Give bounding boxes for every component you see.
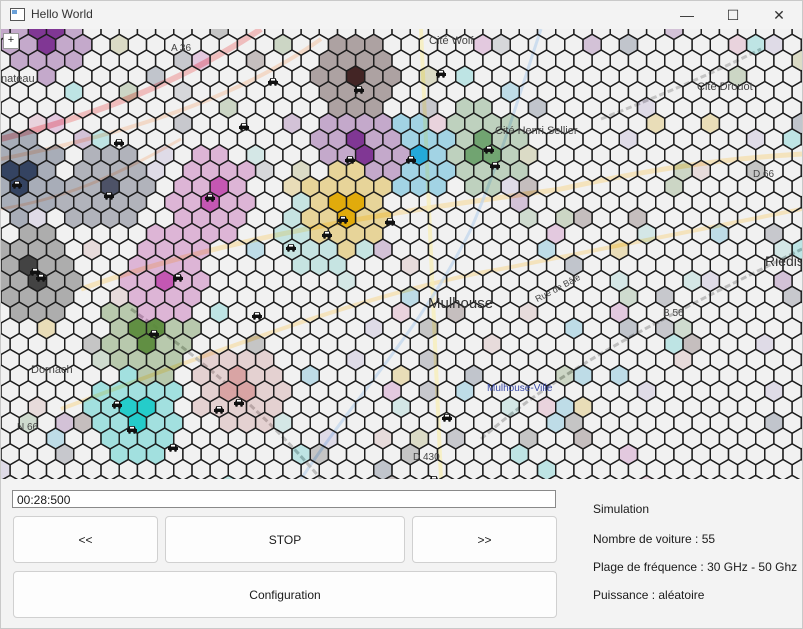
window-title: Hello World	[31, 7, 93, 21]
close-button[interactable]: ✕	[756, 1, 802, 29]
timer-field[interactable]: 00:28:500	[12, 490, 556, 508]
simulation-heading: Simulation	[593, 502, 650, 516]
stop-button[interactable]: STOP	[165, 516, 405, 563]
rewind-button[interactable]: <<	[13, 516, 158, 563]
power-text: Puissance : aléatoire	[593, 588, 705, 602]
app-window: Hello World — ☐ ✕ + Mulhouse Cité Wolf C…	[0, 0, 803, 629]
configuration-button[interactable]: Configuration	[13, 571, 557, 618]
zoom-in-button[interactable]: +	[3, 33, 19, 49]
map-canvas[interactable]	[1, 29, 802, 479]
hex-grid	[1, 29, 802, 479]
map-view[interactable]: + Mulhouse Cité Wolf Cité Drouot Cité He…	[1, 29, 802, 479]
app-icon	[10, 8, 25, 21]
car-count-text: Nombre de voiture : 55	[593, 532, 716, 546]
frequency-range-text: Plage de fréquence : 30 GHz - 50 Ghz	[593, 560, 798, 574]
minimize-button[interactable]: —	[664, 1, 710, 29]
forward-button[interactable]: >>	[412, 516, 557, 563]
title-bar[interactable]: Hello World — ☐ ✕	[1, 1, 802, 29]
maximize-button[interactable]: ☐	[710, 1, 756, 29]
